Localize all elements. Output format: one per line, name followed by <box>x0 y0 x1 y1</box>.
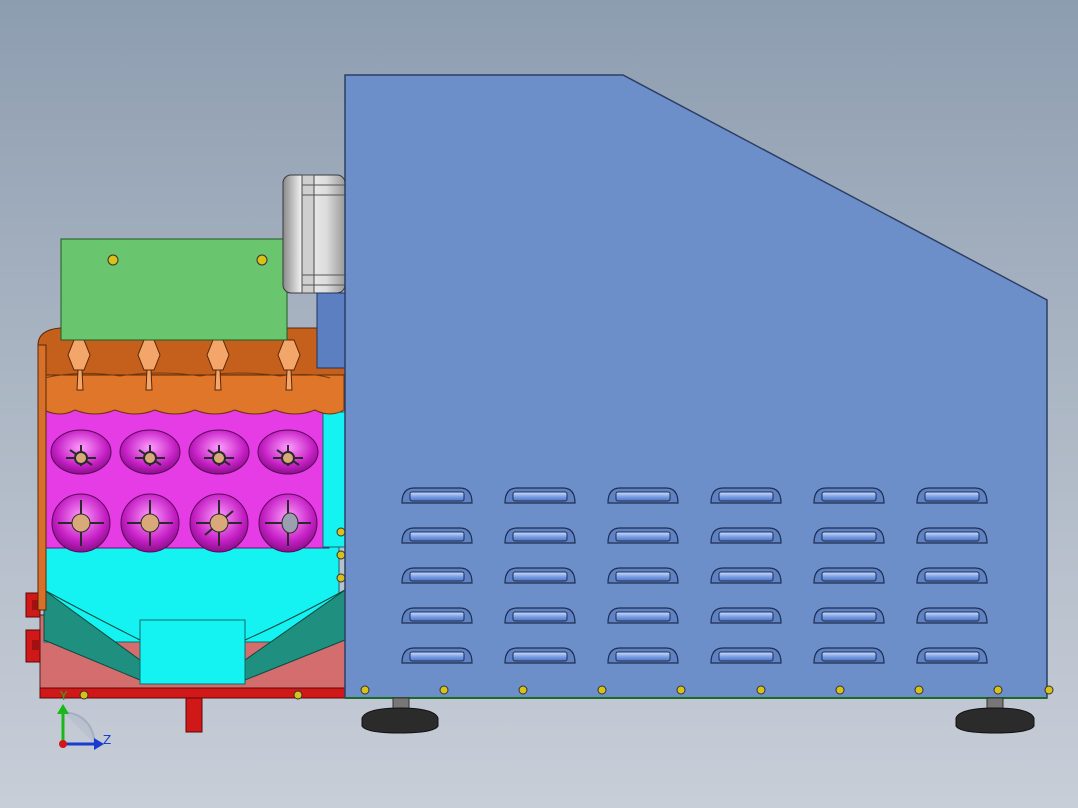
stepper-motor[interactable] <box>282 174 346 294</box>
plate-screw <box>256 254 268 266</box>
green-top-plate[interactable] <box>60 238 288 341</box>
vent-slot <box>607 487 679 504</box>
vent-slot <box>813 487 885 504</box>
housing-screw <box>439 685 449 695</box>
leveling-foot-left[interactable] <box>361 697 439 734</box>
vent-slot <box>401 647 473 664</box>
housing-panel <box>344 74 1048 699</box>
vent-slot <box>504 487 576 504</box>
vent-slot <box>401 487 473 504</box>
vent-slot <box>504 607 576 624</box>
vent-slot <box>607 567 679 584</box>
housing-screw <box>835 685 845 695</box>
red-outlet-tube[interactable] <box>185 697 203 733</box>
vent-slot <box>813 607 885 624</box>
vent-slot <box>401 567 473 584</box>
y-axis-label: Y <box>59 689 68 703</box>
red-knob-lower[interactable] <box>25 629 41 663</box>
vent-slot <box>813 527 885 544</box>
housing-screw <box>360 685 370 695</box>
housing-screw <box>518 685 528 695</box>
vent-slot <box>710 487 782 504</box>
side-screw <box>336 573 346 583</box>
housing-screw <box>993 685 1003 695</box>
vent-slot <box>710 527 782 544</box>
housing-screw <box>676 685 686 695</box>
vent-slot <box>916 607 988 624</box>
vent-slot <box>916 527 988 544</box>
vent-slot <box>813 647 885 664</box>
vent-slot <box>607 607 679 624</box>
housing-screw <box>597 685 607 695</box>
housing-screw <box>914 685 924 695</box>
left-mechanism[interactable] <box>25 174 346 733</box>
side-screw <box>336 550 346 560</box>
triad-arc <box>62 711 96 745</box>
triad-origin <box>59 740 67 748</box>
base-screw <box>79 690 89 700</box>
cad-viewport[interactable]: Y Z <box>0 0 1078 808</box>
housing-screw <box>756 685 766 695</box>
vent-slot <box>504 527 576 544</box>
vent-slot <box>401 527 473 544</box>
orange-side-band <box>37 344 47 611</box>
vent-slot <box>504 567 576 584</box>
corner-screw <box>1044 685 1054 695</box>
side-screw <box>336 527 346 537</box>
vent-slot <box>401 607 473 624</box>
cyan-side-panel[interactable] <box>322 411 346 548</box>
vent-slot <box>916 487 988 504</box>
funnel-outlet[interactable] <box>139 619 246 685</box>
vent-slot <box>710 567 782 584</box>
orange-wavy-plate[interactable] <box>43 374 345 415</box>
vent-slot <box>916 647 988 664</box>
vent-slot <box>607 527 679 544</box>
leveling-foot-right[interactable] <box>955 697 1035 734</box>
vent-slot <box>607 647 679 664</box>
vent-slot <box>504 647 576 664</box>
vent-slot <box>916 567 988 584</box>
main-housing[interactable] <box>344 74 1054 699</box>
z-axis-label: Z <box>103 733 111 747</box>
base-screw <box>293 690 303 700</box>
vent-slot <box>710 647 782 664</box>
plate-screw <box>107 254 119 266</box>
motor-coupling[interactable] <box>316 292 346 369</box>
vent-slot <box>710 607 782 624</box>
vent-slot <box>813 567 885 584</box>
